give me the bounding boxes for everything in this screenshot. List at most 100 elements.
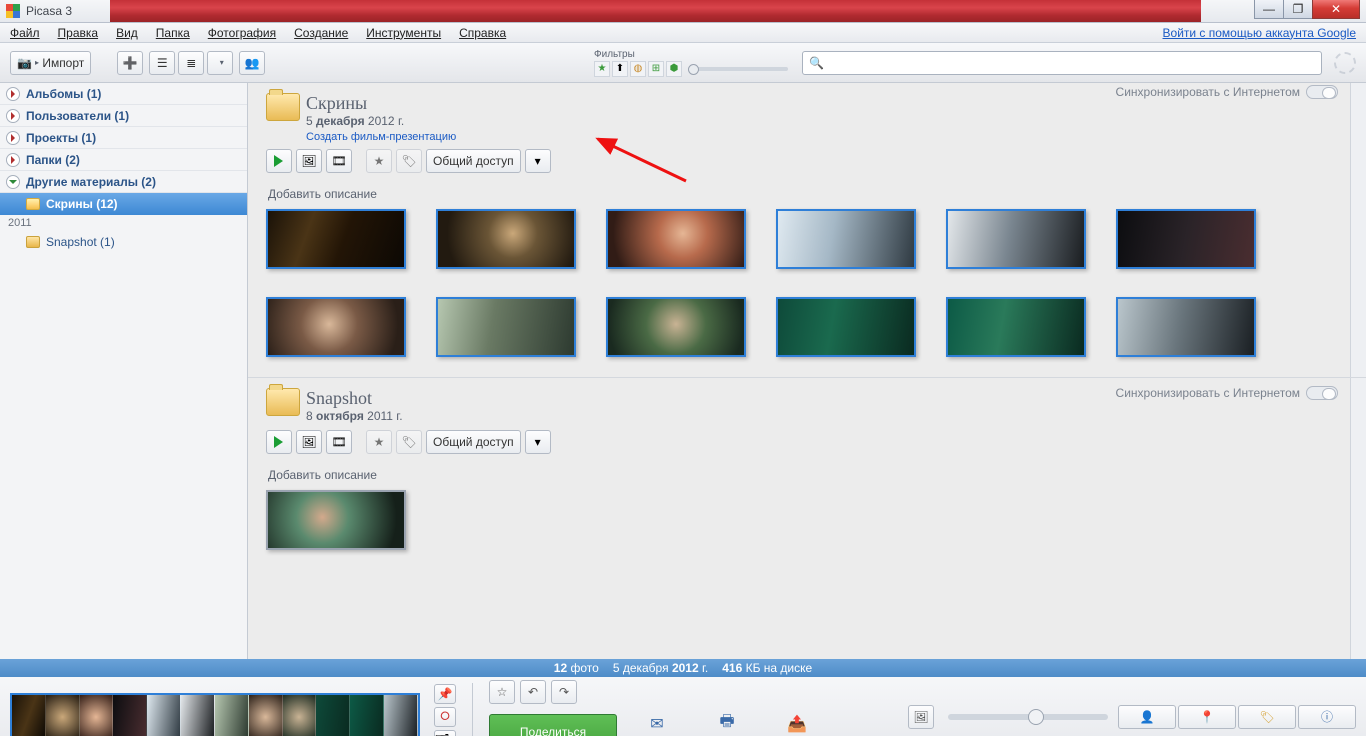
tag-places-tab[interactable]: 📍 xyxy=(1178,705,1236,729)
folder-description[interactable]: Добавить описание xyxy=(268,187,1344,201)
movie-button[interactable]: 🎞 xyxy=(326,149,352,173)
thumbnail-zoom-slider[interactable] xyxy=(948,714,1108,720)
play-slideshow-button[interactable] xyxy=(266,149,292,173)
list-icon: ☰ xyxy=(157,56,168,70)
add-folder-button[interactable]: ➕ xyxy=(117,51,143,75)
film-icon: 🎞 xyxy=(331,435,346,449)
play-icon xyxy=(274,436,289,448)
view-flat-button[interactable]: ☰ xyxy=(149,51,175,75)
minimize-button[interactable]: — xyxy=(1254,0,1284,19)
tag-button[interactable]: 🏷 xyxy=(396,430,422,454)
thumbnail[interactable] xyxy=(1116,209,1256,269)
create-movie-link[interactable]: Создать фильм-презентацию xyxy=(306,131,456,143)
rotate-left-button[interactable]: ↶ xyxy=(520,680,546,704)
filter-upload[interactable]: ⬆ xyxy=(612,61,628,77)
thumbnail[interactable] xyxy=(606,209,746,269)
folder-icon xyxy=(26,236,40,248)
camera-icon: 📷 xyxy=(17,56,32,70)
menu-file[interactable]: Файл xyxy=(10,26,40,40)
view-sort-button[interactable]: ▾ xyxy=(207,51,233,75)
email-button[interactable]: ✉Эл. почта xyxy=(627,714,687,736)
sidebar-other[interactable]: Другие материалы (2) xyxy=(0,171,247,193)
clear-button[interactable]: ⭘ xyxy=(434,707,456,727)
share-dropdown-caret[interactable]: ▾ xyxy=(525,430,551,454)
search-input[interactable]: 🔍 xyxy=(802,51,1322,75)
hold-button[interactable]: 📌 xyxy=(434,684,456,704)
sync-toggle[interactable] xyxy=(1306,85,1338,99)
add-to-album-button[interactable]: 🗂▾ xyxy=(434,730,456,736)
thumbnail[interactable] xyxy=(266,209,406,269)
star-icon: ★ xyxy=(374,154,385,168)
close-button[interactable]: ✕ xyxy=(1312,0,1360,19)
filter-face[interactable]: ◍ xyxy=(630,61,646,77)
sync-web-control[interactable]: Синхронизировать с Интернетом xyxy=(1116,85,1338,99)
thumbnail[interactable] xyxy=(436,209,576,269)
sidebar-albums[interactable]: Альбомы (1) xyxy=(0,83,247,105)
filter-movie[interactable]: ⊞ xyxy=(648,61,664,77)
pin-icon: 📌 xyxy=(438,687,453,701)
sync-toggle[interactable] xyxy=(1306,386,1338,400)
tag-tags-tab[interactable]: 🏷 xyxy=(1238,705,1296,729)
star-toggle[interactable]: ☆ xyxy=(489,680,515,704)
tag-button[interactable]: 🏷 xyxy=(396,149,422,173)
people-button[interactable]: 👥 xyxy=(239,51,265,75)
play-slideshow-button[interactable] xyxy=(266,430,292,454)
import-label: Импорт xyxy=(42,56,84,70)
folder-icon xyxy=(26,198,40,210)
menu-view[interactable]: Вид xyxy=(116,26,138,40)
sidebar-item-label: Папки (2) xyxy=(26,153,80,167)
star-button[interactable]: ★ xyxy=(366,430,392,454)
share-button[interactable]: Поделиться xyxy=(489,714,617,736)
thumbnail[interactable] xyxy=(266,297,406,357)
thumbnail[interactable] xyxy=(436,297,576,357)
maximize-button[interactable]: ❐ xyxy=(1283,0,1313,19)
thumbnail-preview-button[interactable]: 🖼 xyxy=(908,705,934,729)
thumbnail[interactable] xyxy=(776,209,916,269)
menu-photo[interactable]: Фотография xyxy=(208,26,276,40)
star-icon: ★ xyxy=(374,435,385,449)
filter-geo[interactable]: ⬢ xyxy=(666,61,682,77)
info-tab[interactable]: ⓘ xyxy=(1298,705,1356,729)
share-dropdown-caret[interactable]: ▾ xyxy=(525,149,551,173)
tag-people-tab[interactable]: 👤 xyxy=(1118,705,1176,729)
menu-edit[interactable]: Правка xyxy=(58,26,99,40)
share-dropdown[interactable]: Общий доступ xyxy=(426,430,521,454)
people-icon: 👥 xyxy=(245,56,260,70)
window-title: Picasa 3 xyxy=(26,4,72,18)
sidebar-folders[interactable]: Папки (2) xyxy=(0,149,247,171)
collage-button[interactable]: 🖼 xyxy=(296,430,322,454)
share-dropdown[interactable]: Общий доступ xyxy=(426,149,521,173)
thumbnail[interactable] xyxy=(776,297,916,357)
thumbnail[interactable] xyxy=(1116,297,1256,357)
import-button[interactable]: 📷▸ Импорт xyxy=(10,51,91,75)
collage-button[interactable]: 🖼 xyxy=(296,149,322,173)
sidebar-item-snapshot[interactable]: Snapshot (1) xyxy=(0,231,247,253)
star-button[interactable]: ★ xyxy=(366,149,392,173)
export-button[interactable]: 📤Экспорт xyxy=(767,714,827,736)
view-tree-button[interactable]: ≣ xyxy=(178,51,204,75)
sidebar-people[interactable]: Пользователи (1) xyxy=(0,105,247,127)
thumbnail[interactable] xyxy=(946,209,1086,269)
sync-web-control[interactable]: Синхронизировать с Интернетом xyxy=(1116,386,1338,400)
filter-date-slider[interactable] xyxy=(688,67,788,71)
thumbnail[interactable] xyxy=(606,297,746,357)
menu-folder[interactable]: Папка xyxy=(156,26,190,40)
menu-tools[interactable]: Инструменты xyxy=(366,26,441,40)
tray-thumbnails[interactable] xyxy=(10,693,420,736)
thumbnail[interactable] xyxy=(266,490,406,550)
menu-help[interactable]: Справка xyxy=(459,26,506,40)
menu-create[interactable]: Создание xyxy=(294,26,348,40)
filter-star[interactable]: ★ xyxy=(594,61,610,77)
thumbnail[interactable] xyxy=(946,297,1086,357)
play-icon xyxy=(274,155,289,167)
print-button[interactable]: 🖶Печать xyxy=(697,710,757,736)
movie-button[interactable]: 🎞 xyxy=(326,430,352,454)
folder-description[interactable]: Добавить описание xyxy=(268,468,1344,482)
sidebar-item-skriny[interactable]: Скрины (12) xyxy=(0,193,247,215)
rotate-right-button[interactable]: ↷ xyxy=(551,680,577,704)
sidebar-projects[interactable]: Проекты (1) xyxy=(0,127,247,149)
info-icon: ⓘ xyxy=(1321,708,1333,725)
filters-label: Фильтры xyxy=(594,49,788,60)
status-size: 416 КБ на диске xyxy=(722,661,812,675)
google-signin-link[interactable]: Войти с помощью аккаунта Google xyxy=(1163,26,1356,40)
